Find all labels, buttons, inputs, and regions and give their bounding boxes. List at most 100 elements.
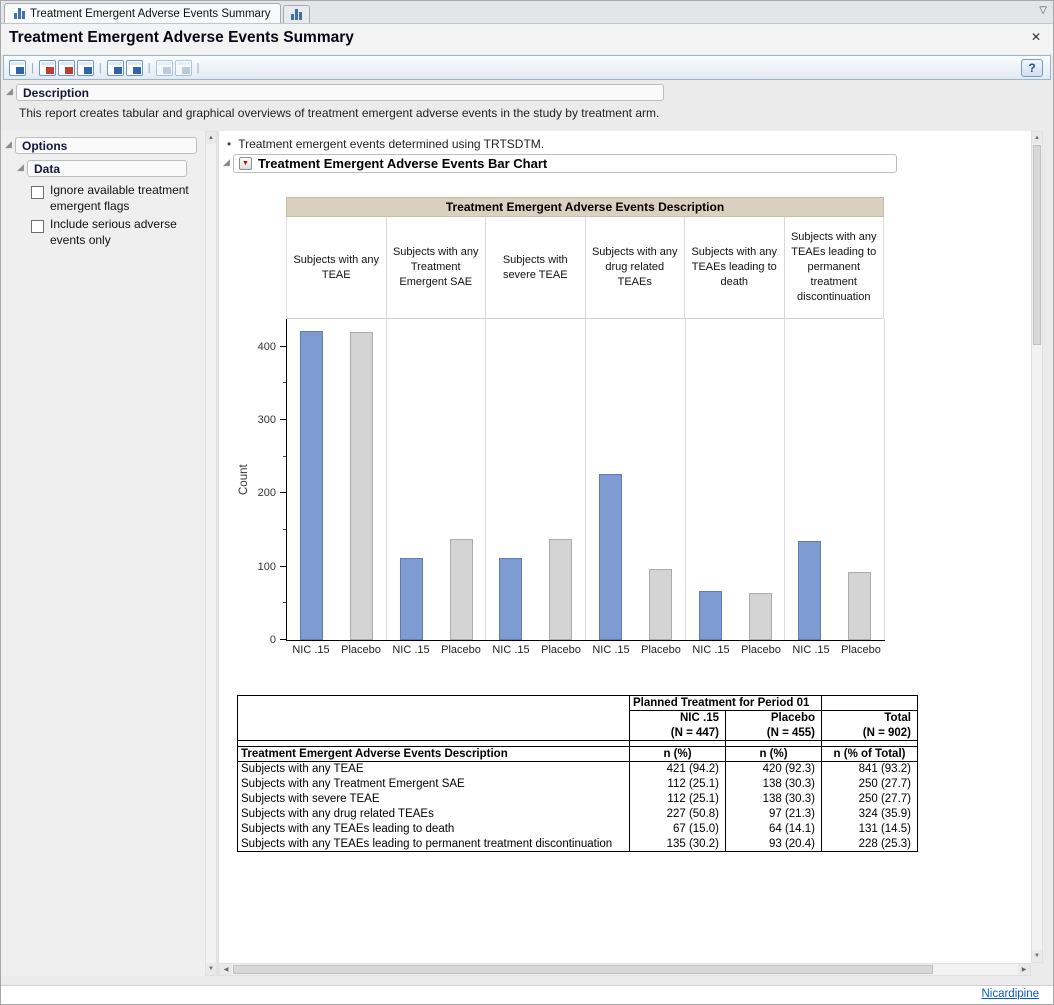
bar-placebo[interactable] xyxy=(848,572,871,640)
journal-icon[interactable] xyxy=(77,60,94,76)
bar-placebo[interactable] xyxy=(350,332,373,640)
tab-label: Treatment Emergent Adverse Events Summar… xyxy=(30,8,271,20)
icon-detail xyxy=(41,62,54,65)
options-disclosure-icon[interactable]: ◢ xyxy=(5,140,12,149)
cell-value: 227 (50.8) xyxy=(630,807,726,822)
red-triangle-icon: ▼ xyxy=(242,160,249,167)
section-title: Treatment Emergent Adverse Events Bar Ch… xyxy=(258,156,547,171)
column-header: Placebo xyxy=(726,711,822,726)
bar-placebo[interactable] xyxy=(450,539,473,640)
row-header-label: Treatment Emergent Adverse Events Descri… xyxy=(238,747,630,762)
data-disclosure-icon[interactable]: ◢ xyxy=(17,163,24,172)
x-tick-label: Placebo xyxy=(636,644,686,660)
export-report-icon[interactable] xyxy=(9,60,26,76)
cell-value: 420 (92.3) xyxy=(726,762,822,777)
refresh-icon[interactable] xyxy=(156,60,173,76)
cell-value: 97 (21.3) xyxy=(726,807,822,822)
scroll-up-icon[interactable]: ▲ xyxy=(206,132,216,144)
row-label: Subjects with any TEAE xyxy=(238,762,630,777)
title-bar: Treatment Emergent Adverse Events Summar… xyxy=(1,24,1053,54)
chart-column-headers: Subjects with any TEAESubjects with any … xyxy=(286,217,884,319)
x-tick-label: NIC .15 xyxy=(286,644,336,660)
tab-overflow-icon[interactable]: ▽ xyxy=(1039,6,1047,16)
column-n-header: (N = 455) xyxy=(726,726,822,741)
tab-report-chart[interactable] xyxy=(283,5,310,23)
icon-detail xyxy=(158,62,171,65)
bar-nic-15[interactable] xyxy=(798,541,821,640)
icon-detail xyxy=(16,67,24,74)
icon-detail xyxy=(84,67,92,74)
scroll-left-icon[interactable]: ◀ xyxy=(220,964,232,975)
ignore-flags-checkbox[interactable] xyxy=(31,186,44,199)
report-icon[interactable] xyxy=(58,60,75,76)
cell-value: 250 (27.7) xyxy=(822,792,918,807)
chart-plot-column xyxy=(387,319,487,640)
script-icon[interactable] xyxy=(107,60,124,76)
scroll-up-icon[interactable]: ▲ xyxy=(1032,132,1042,144)
image-icon[interactable] xyxy=(175,60,192,76)
chart-plot xyxy=(286,319,885,641)
close-icon[interactable]: ✕ xyxy=(1031,31,1041,43)
icon-detail xyxy=(46,67,54,74)
description-disclosure-icon[interactable]: ◢ xyxy=(6,87,13,96)
data-table-icon[interactable] xyxy=(39,60,56,76)
column-header: Total xyxy=(822,711,918,726)
table-row: Subjects with any TEAEs leading to perma… xyxy=(238,837,918,852)
table-row: Subjects with any drug related TEAEs227 … xyxy=(238,807,918,822)
toolbar-separator: | xyxy=(31,62,34,74)
tab-bar: Treatment Emergent Adverse Events Summar… xyxy=(1,1,1053,24)
tab-teae-summary[interactable]: Treatment Emergent Adverse Events Summar… xyxy=(4,3,281,23)
horizontal-scroll-thumb[interactable] xyxy=(233,965,933,974)
bar-nic-15[interactable] xyxy=(300,331,323,640)
chart-column-header: Subjects with any Treatment Emergent SAE xyxy=(387,217,487,318)
nicardipine-link[interactable]: Nicardipine xyxy=(981,988,1039,1000)
bar-nic-15[interactable] xyxy=(599,474,622,640)
section-disclosure-icon[interactable]: ◢ xyxy=(223,158,230,167)
report-horizontal-scrollbar[interactable]: ◀ ▶ xyxy=(219,963,1031,976)
scroll-down-icon[interactable]: ▼ xyxy=(206,963,216,975)
cell-value: 421 (94.2) xyxy=(630,762,726,777)
cell-value: 112 (25.1) xyxy=(630,792,726,807)
report-area: •Treatment emergent events determined us… xyxy=(219,131,1031,963)
scroll-right-icon[interactable]: ▶ xyxy=(1018,964,1030,975)
bar-placebo[interactable] xyxy=(749,593,772,640)
icon-detail xyxy=(128,62,141,65)
column-header: NIC .15 xyxy=(630,711,726,726)
vertical-scroll-thumb[interactable] xyxy=(1033,145,1041,345)
chart-title-band: Treatment Emergent Adverse Events Descri… xyxy=(286,197,884,217)
bar-nic-15[interactable] xyxy=(499,558,522,640)
chart-plot-column xyxy=(287,319,387,640)
bar-nic-15[interactable] xyxy=(400,558,423,640)
icon-detail xyxy=(163,67,171,74)
cell-value: 64 (14.1) xyxy=(726,822,822,837)
run-script-icon[interactable] xyxy=(126,60,143,76)
x-tick-label: NIC .15 xyxy=(586,644,636,660)
chart-plot-column xyxy=(586,319,686,640)
serious-only-checkbox[interactable] xyxy=(31,220,44,233)
table-row: Subjects with any TEAEs leading to death… xyxy=(238,822,918,837)
scroll-down-icon[interactable]: ▼ xyxy=(1032,950,1042,962)
chart-x-group: NIC .15Placebo xyxy=(586,644,686,660)
bar-placebo[interactable] xyxy=(649,569,672,640)
bar-placebo[interactable] xyxy=(549,539,572,640)
summary-table-wrap: Planned Treatment for Period 01NIC .15Pl… xyxy=(237,695,918,852)
chart-column-header: Subjects with any drug related TEAEs xyxy=(586,217,686,318)
chart-x-group: NIC .15Placebo xyxy=(286,644,386,660)
chart-x-axis-labels: NIC .15PlaceboNIC .15PlaceboNIC .15Place… xyxy=(286,644,884,660)
chart-plot-column xyxy=(785,319,885,640)
planned-treatment-header: Planned Treatment for Period 01 xyxy=(630,696,822,711)
body: ◢ Options ◢ Data Ignore available treatm… xyxy=(1,131,1053,976)
cell-value: 228 (25.3) xyxy=(822,837,918,852)
chart-plot-column xyxy=(486,319,586,640)
icon-detail xyxy=(65,67,73,74)
row-label: Subjects with severe TEAE xyxy=(238,792,630,807)
description-header: Description xyxy=(16,84,664,101)
table-row: Subjects with severe TEAE112 (25.1)138 (… xyxy=(238,792,918,807)
report-vertical-scrollbar[interactable]: ▲ ▼ xyxy=(1031,131,1043,963)
x-tick-label: Placebo xyxy=(836,644,886,660)
red-triangle-menu-button[interactable]: ▼ xyxy=(239,157,252,170)
help-button[interactable]: ? xyxy=(1021,59,1043,77)
bar-nic-15[interactable] xyxy=(699,591,722,640)
x-tick-label: NIC .15 xyxy=(686,644,736,660)
x-tick-label: NIC .15 xyxy=(486,644,536,660)
